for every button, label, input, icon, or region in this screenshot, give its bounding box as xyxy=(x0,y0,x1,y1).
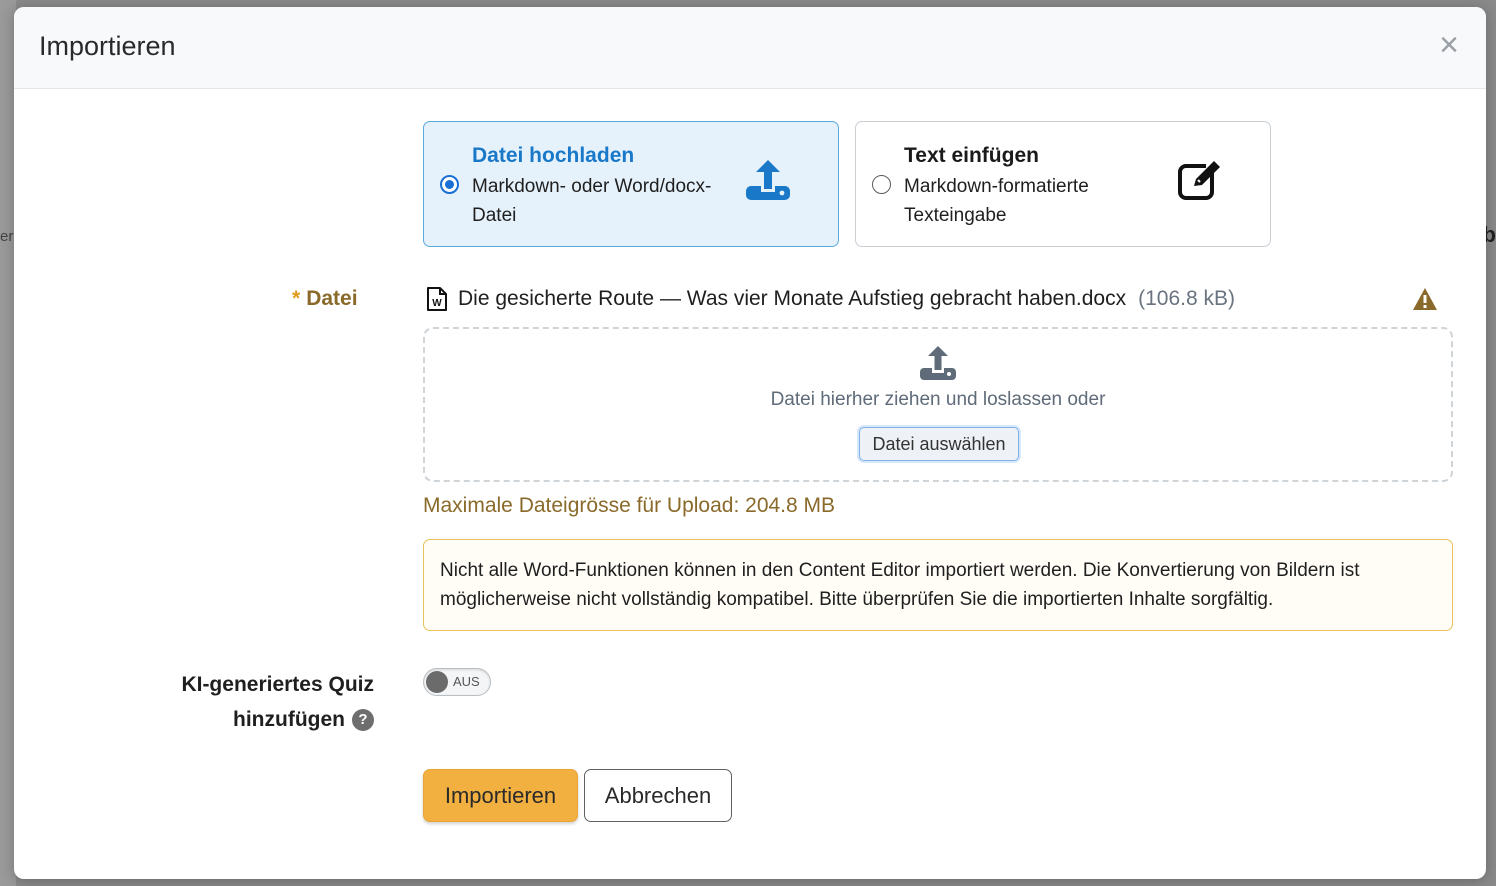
radio-paste-text[interactable] xyxy=(872,175,891,194)
option-text-description: Markdown-formatierte Texteingabe xyxy=(904,176,1089,226)
file-size: (106.8 kB) xyxy=(1138,287,1235,310)
file-label-text: Datei xyxy=(306,287,358,310)
choose-file-button[interactable]: Datei auswählen xyxy=(859,427,1019,461)
dropzone-text: Datei hierher ziehen und loslassen oder xyxy=(770,389,1106,410)
file-dropzone[interactable]: Datei hierher ziehen und loslassen oder … xyxy=(423,327,1453,482)
upload-icon xyxy=(746,160,790,200)
upload-icon xyxy=(920,346,956,380)
file-name: Die gesicherte Route — Was vier Monate A… xyxy=(458,287,1127,310)
cancel-button[interactable]: Abbrechen xyxy=(584,769,732,822)
word-file-icon: W xyxy=(427,287,447,311)
warning-icon xyxy=(1413,288,1437,310)
toggle-state-text: AUS xyxy=(453,674,480,689)
option-upload-description: Markdown- oder Word/docx-Datei xyxy=(472,176,712,226)
dialog-title: Importieren xyxy=(39,31,176,61)
option-text-title: Text einfügen xyxy=(904,144,1039,167)
option-upload-file[interactable]: Datei hochladen Markdown- oder Word/docx… xyxy=(423,121,839,247)
help-icon[interactable]: ? xyxy=(352,708,374,731)
selected-file: W Die gesicherte Route — Was vier Monate… xyxy=(426,285,1235,313)
quiz-field-label: KI-generiertes Quiz hinzufügen ? xyxy=(181,667,374,737)
quiz-label-line1: KI-generiertes Quiz xyxy=(181,673,374,696)
toggle-knob xyxy=(426,671,448,693)
import-button[interactable]: Importieren xyxy=(423,769,578,822)
required-marker: * xyxy=(292,287,301,310)
close-icon[interactable]: × xyxy=(1434,28,1464,62)
option-paste-text[interactable]: Text einfügen Markdown-formatierte Texte… xyxy=(855,121,1271,247)
option-upload-title: Datei hochladen xyxy=(472,144,635,167)
dialog-header: Importieren × xyxy=(14,7,1486,89)
max-file-size-hint: Maximale Dateigrösse für Upload: 204.8 M… xyxy=(423,494,836,517)
edit-icon xyxy=(1178,160,1220,200)
radio-upload-file[interactable] xyxy=(440,175,459,194)
quiz-label-line2: hinzufügen xyxy=(233,708,345,731)
quiz-toggle[interactable]: AUS xyxy=(423,668,491,696)
svg-text:W: W xyxy=(432,298,442,309)
import-notice: Nicht alle Word-Funktionen können in den… xyxy=(423,539,1453,631)
import-dialog: Importieren × Datei hochladen Markdown- … xyxy=(14,7,1486,879)
file-field-label: * Datei xyxy=(292,287,358,311)
